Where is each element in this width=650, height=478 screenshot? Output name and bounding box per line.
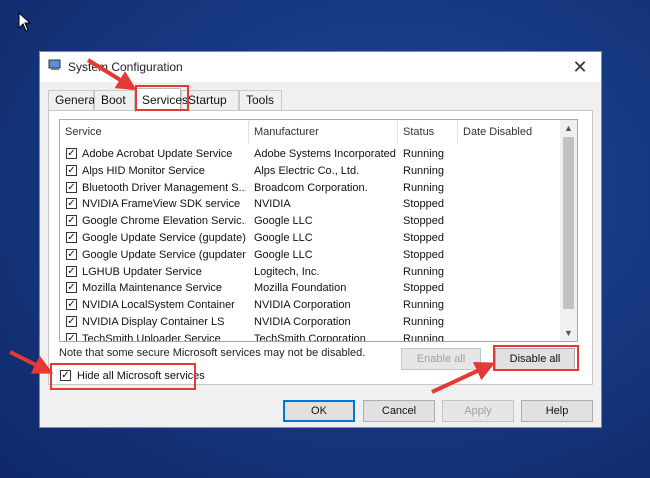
arrow-to-hide-ms <box>9 350 54 374</box>
arrow-to-disable-all <box>431 361 496 394</box>
annotation-arrows <box>9 58 496 394</box>
arrow-to-services-tab <box>86 58 137 91</box>
